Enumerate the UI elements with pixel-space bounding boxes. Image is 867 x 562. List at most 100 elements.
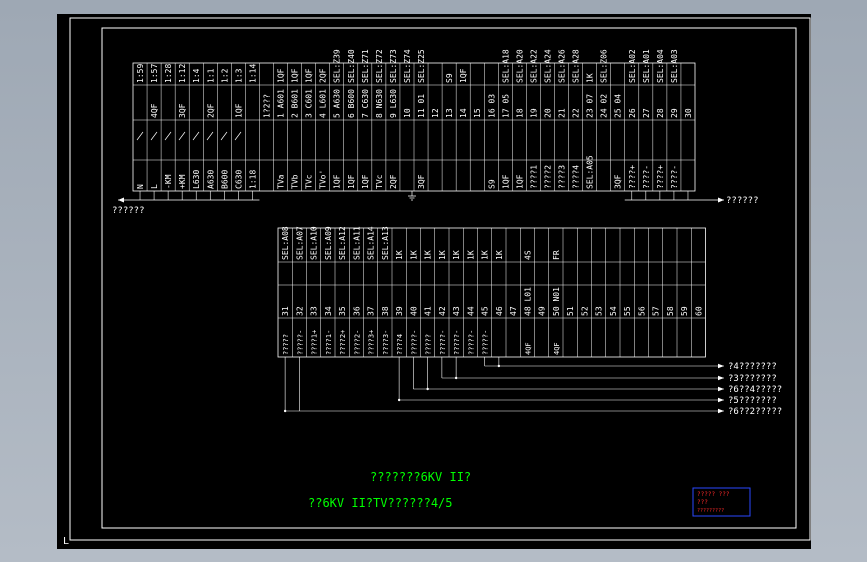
upper-top-label: 1:57 [150, 64, 159, 83]
lower-num-label: 56 [637, 306, 646, 316]
stamp-line-1: ????? ??? [697, 491, 730, 498]
lower-top-label: SEL:A12 [338, 226, 347, 260]
lower-top-label: 4S [523, 250, 532, 260]
upper-low-label: 1QF [347, 174, 356, 189]
upper-low-label: 1QF [515, 174, 524, 189]
lower-num-label: 49 [538, 306, 547, 316]
upper-top-label: SEL:Z72 [375, 49, 384, 83]
upper-mid-label: 2 B601 [291, 89, 300, 118]
lower-top-label: 1K [438, 250, 447, 260]
upper-mid-label: 30 [684, 108, 693, 118]
upper-top-label: SEL:A03 [670, 49, 679, 83]
upper-mid-label: 1QF [234, 103, 243, 118]
upper-mid-label: 27 [642, 108, 651, 118]
upper-mid-label: 2QF [206, 103, 215, 118]
upper-mid-label: 10 [403, 108, 412, 118]
lower-num-label: 37 [367, 306, 376, 316]
lower-top-label: SEL:A09 [324, 226, 333, 260]
upper-mid-label: 26 [628, 108, 637, 118]
upper-low-label: ????- [642, 165, 651, 189]
lower-num-label: 53 [595, 306, 604, 316]
upper-low-label: 1QF [361, 174, 370, 189]
lower-low-label: ?????- [296, 330, 304, 355]
upper-low-label: A630 [206, 170, 215, 189]
upper-top-label: 1:12 [178, 64, 187, 83]
left-arrow-label: ?????? [112, 206, 145, 216]
upper-top-label: SEL:A20 [515, 49, 524, 83]
upper-top-label: 1QF [277, 68, 286, 83]
upper-low-label: 1QF [501, 174, 510, 189]
lower-low-label: ????2- [353, 330, 361, 355]
upper-top-label: SEL:Z40 [347, 49, 356, 83]
upper-low-label: L630 [192, 170, 201, 189]
upper-top-label: 1:59 [136, 64, 145, 83]
output-label: ?4??????? [728, 362, 777, 372]
lower-num-label: 55 [623, 306, 632, 316]
upper-low-label: TVc [375, 174, 384, 189]
upper-top-label: 2QF [319, 68, 328, 83]
upper-mid-label: 11 01 [417, 94, 426, 118]
upper-low-label: ????1 [529, 165, 538, 189]
lower-low-label: ?????- [467, 330, 475, 355]
upper-mid-label: 28 [656, 108, 665, 118]
lower-num-label: 47 [509, 306, 518, 316]
upper-low-label: ????+ [628, 165, 637, 189]
upper-mid-label: 3 C601 [305, 89, 314, 118]
upper-low-label: N [136, 184, 145, 189]
upper-top-label: 1K [586, 73, 595, 83]
lower-num-label: 34 [324, 306, 333, 316]
note-line-1: ???????6KV II? [370, 470, 471, 484]
upper-low-label: 3QF [614, 174, 623, 189]
lower-num-label: 57 [652, 306, 661, 316]
upper-low-label: -KM [164, 174, 173, 189]
lower-top-label: 1K [481, 250, 490, 260]
lower-num-label: 58 [666, 306, 675, 316]
upper-low-label: 1QF [333, 174, 342, 189]
lower-top-label: SEL:A08 [281, 226, 290, 260]
upper-mid-label: 18 [515, 108, 524, 118]
upper-low-label: S9 [487, 179, 496, 189]
lower-top-label: SEL:A11 [352, 226, 361, 260]
lower-top-label: 1K [466, 250, 475, 260]
upper-mid-label: 17 05 [501, 94, 510, 118]
upper-mid-label: 15 [473, 108, 482, 118]
upper-mid-label: 22 [572, 108, 581, 118]
upper-mid-label: 4 L601 [319, 89, 328, 118]
lower-num-label: 48 L01 [523, 287, 532, 316]
lower-num-label: 46 [495, 306, 504, 316]
upper-top-label: 1QF [291, 68, 300, 83]
lower-top-label: 1K [452, 250, 461, 260]
lower-low-label: ????1- [325, 330, 333, 355]
lower-num-label: 51 [566, 306, 575, 316]
upper-low-label: 1:18 [248, 170, 257, 189]
lower-num-label: 60 [694, 306, 703, 316]
lower-num-label: 43 [452, 306, 461, 316]
upper-mid-label: 21 [558, 108, 567, 118]
upper-top-label: 1:14 [248, 64, 257, 83]
lower-top-label: SEL:A07 [295, 226, 304, 260]
upper-mid-label: 14 [459, 108, 468, 118]
upper-low-label: 3QF [417, 174, 426, 189]
output-label: ?3??????? [728, 374, 777, 384]
upper-top-label: SEL:A28 [572, 49, 581, 83]
lower-num-label: 59 [680, 306, 689, 316]
upper-mid-label: 1 A601 [277, 89, 286, 118]
lower-low-label: ????? [282, 334, 290, 355]
wire-junction [283, 409, 287, 413]
output-label: ?6??4????? [728, 385, 782, 395]
upper-top-label: SEL:A22 [529, 49, 538, 83]
lower-low-label: 4QF [524, 342, 532, 355]
lower-low-label: 4QF [553, 342, 561, 355]
upper-low-label: TVb [291, 174, 300, 189]
lower-num-label: 45 [481, 306, 490, 316]
lower-low-label: ?????- [482, 330, 490, 355]
upper-mid-label: 3QF [178, 103, 187, 118]
lower-top-label: 1K [395, 250, 404, 260]
upper-mid-label: 13 [445, 108, 454, 118]
upper-low-label: B600 [220, 170, 229, 189]
upper-low-label: ????- [670, 165, 679, 189]
wire-junction [497, 364, 501, 368]
upper-top-label: SEL:Z74 [403, 49, 412, 83]
upper-low-label: 2QF [389, 174, 398, 189]
lower-num-label: 42 [438, 306, 447, 316]
